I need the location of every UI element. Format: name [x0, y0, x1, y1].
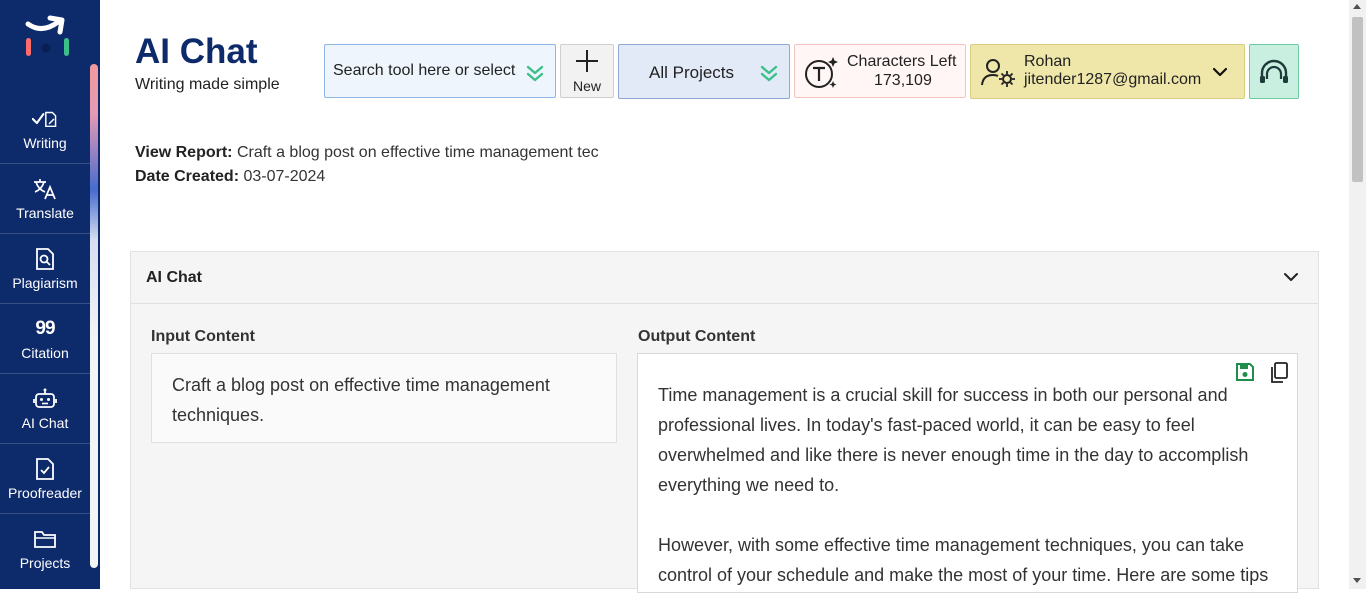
page-title: AI Chat: [135, 32, 258, 71]
user-menu[interactable]: Rohan jitender1287@gmail.com: [970, 44, 1245, 99]
sidebar-item-label: Proofreader: [8, 484, 82, 501]
output-paragraph: However, with some effective time manage…: [658, 535, 1269, 585]
chevron-down-icon[interactable]: [1282, 268, 1300, 286]
sidebar-item-label: Writing: [23, 134, 67, 151]
user-email: jitender1287@gmail.com: [1024, 71, 1202, 88]
save-icon[interactable]: [1235, 362, 1255, 382]
robot-icon: [32, 387, 58, 411]
sidebar-item-proofreader[interactable]: Proofreader: [0, 444, 90, 514]
double-chevron-down-icon: [526, 65, 544, 82]
ai-chat-panel: AI Chat Input Content Craft a blog post …: [130, 251, 1319, 593]
scrollbar-thumb[interactable]: [1352, 17, 1363, 182]
sidebar-scrollbar-track[interactable]: [90, 64, 98, 568]
new-button-label: New: [572, 78, 601, 94]
output-content-box[interactable]: Time management is a crucial skill for s…: [637, 353, 1298, 593]
user-name: Rohan: [1024, 53, 1072, 70]
sidebar-item-writing[interactable]: Writing: [0, 94, 90, 164]
scroll-down-arrow[interactable]: [1353, 578, 1361, 583]
proofreader-icon: [32, 457, 58, 481]
sidebar: Writing Translate Plagiarism 99 Citation…: [0, 0, 100, 589]
chevron-down-icon: [1212, 67, 1228, 77]
headset-icon: [1260, 59, 1288, 83]
sidebar-item-label: Citation: [21, 344, 69, 361]
quote-icon: 99: [35, 317, 55, 339]
characters-left-label: Characters Left: [847, 53, 957, 70]
support-button[interactable]: [1249, 44, 1299, 99]
report-view-value: Craft a blog post on effective time mana…: [236, 144, 599, 161]
report-date-line: Date Created: 03-07-2024: [135, 165, 599, 189]
writing-icon: [32, 107, 58, 131]
new-button[interactable]: New: [560, 44, 614, 98]
tool-search-select[interactable]: Search tool here or select: [324, 44, 556, 98]
report-view-label: View Report:: [135, 144, 233, 161]
plagiarism-icon: [32, 247, 58, 271]
copy-icon[interactable]: [1269, 362, 1289, 384]
characters-left-value: 173,109: [874, 72, 932, 89]
projects-select[interactable]: All Projects: [618, 44, 790, 99]
output-paragraph: Time management is a crucial skill for s…: [658, 385, 1249, 495]
report-view-line: View Report: Craft a blog post on effect…: [135, 141, 599, 165]
user-settings-icon: [981, 59, 1015, 87]
sidebar-item-label: Projects: [19, 555, 71, 571]
characters-left-badge: Characters Left 173,109: [794, 44, 966, 98]
sidebar-item-translate[interactable]: Translate: [0, 164, 90, 234]
input-content-label: Input Content: [151, 328, 255, 345]
translate-icon: [32, 177, 58, 201]
sidebar-item-projects[interactable]: Projects: [0, 514, 90, 584]
plus-icon: [576, 50, 598, 72]
page-scrollbar[interactable]: [1349, 0, 1366, 589]
report-date-label: Date Created:: [135, 168, 240, 185]
projects-select-value: All Projects: [649, 63, 735, 82]
sidebar-item-label: AI Chat: [21, 414, 69, 431]
scroll-up-arrow[interactable]: [1353, 4, 1361, 9]
sidebar-item-citation[interactable]: 99 Citation: [0, 304, 90, 374]
input-content-box[interactable]: Craft a blog post on effective time mana…: [151, 353, 617, 443]
report-date-value: 03-07-2024: [243, 168, 326, 185]
sidebar-item-label: Plagiarism: [12, 274, 78, 291]
main-content: AI Chat Writing made simple Search tool …: [100, 0, 1348, 593]
panel-title: AI Chat: [146, 269, 202, 286]
page-subtitle: Writing made simple: [135, 76, 280, 93]
tool-search-placeholder: Search tool here or select: [333, 62, 516, 79]
output-content-label: Output Content: [638, 328, 756, 345]
text-sparkle-icon: [805, 57, 838, 88]
double-chevron-down-icon: [760, 65, 778, 82]
output-actions: [1235, 362, 1289, 384]
sidebar-item-plagiarism[interactable]: Plagiarism: [0, 234, 90, 304]
sidebar-item-label: Translate: [16, 204, 74, 221]
sidebar-nav: Writing Translate Plagiarism 99 Citation…: [0, 94, 90, 584]
folder-icon: [32, 527, 58, 551]
sidebar-item-ai-chat[interactable]: AI Chat: [0, 374, 90, 444]
brand-logo[interactable]: [22, 14, 74, 62]
ai-chat-panel-header[interactable]: AI Chat: [131, 252, 1318, 304]
report-info: View Report: Craft a blog post on effect…: [135, 141, 599, 189]
